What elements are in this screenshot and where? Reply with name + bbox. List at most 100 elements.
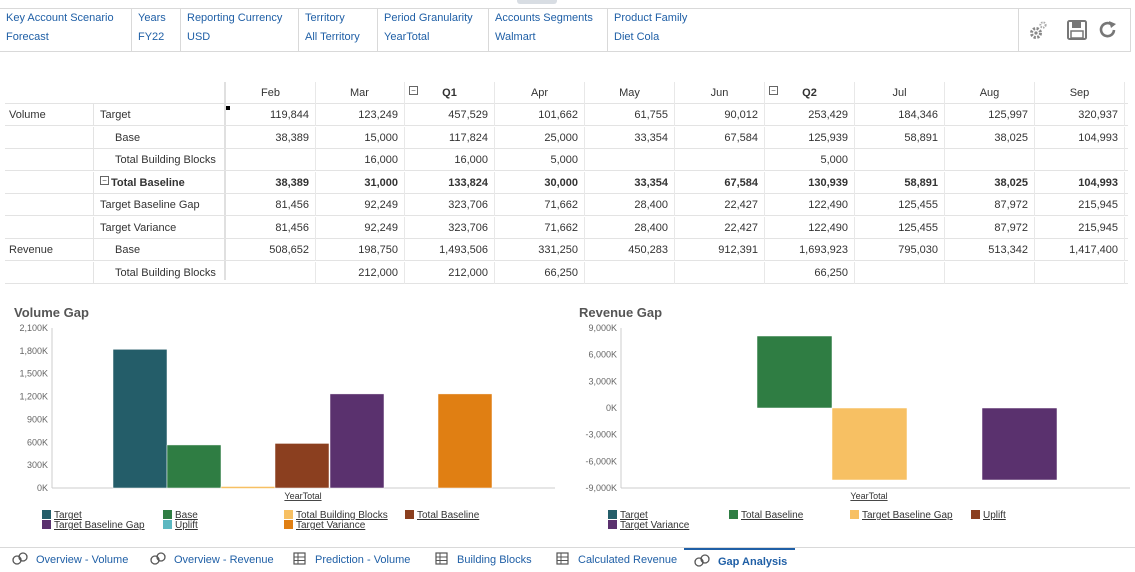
legend-item[interactable]: Target Variance [608, 520, 689, 531]
data-cell[interactable]: 67,584 [675, 171, 765, 194]
data-cell[interactable]: 58,891 [855, 126, 945, 149]
data-cell[interactable]: 125,997 [945, 104, 1035, 126]
data-cell[interactable]: 320,937 [1035, 104, 1125, 126]
tab-prediction-volume[interactable]: Prediction - Volume [293, 548, 410, 572]
data-cell[interactable]: 71,662 [495, 194, 585, 216]
data-cell[interactable]: 513,342 [945, 239, 1035, 261]
data-cell[interactable]: 31,000 [315, 171, 405, 194]
data-cell[interactable]: 66,250 [765, 261, 855, 284]
data-cell[interactable]: 25,000 [495, 126, 585, 149]
collapse-icon[interactable]: − [769, 86, 778, 95]
data-cell[interactable]: 253,429 [765, 104, 855, 126]
data-cell[interactable] [945, 261, 1035, 284]
legend-item[interactable]: Target Variance [284, 520, 365, 531]
data-cell[interactable] [1035, 261, 1125, 284]
legend-item[interactable]: Target Baseline Gap [850, 510, 953, 521]
pov-value[interactable]: All Territory [305, 31, 360, 43]
data-cell[interactable]: 101,662 [495, 104, 585, 126]
data-cell[interactable]: 38,389 [226, 126, 316, 149]
data-cell[interactable]: 71,662 [495, 216, 585, 239]
pov-years[interactable]: Years FY22 [132, 9, 181, 51]
data-cell[interactable]: 508,652 [226, 239, 316, 261]
data-cell[interactable]: 1,693,923 [765, 239, 855, 261]
data-cell[interactable]: 912,391 [675, 239, 765, 261]
data-cell[interactable]: 66,250 [495, 261, 585, 284]
data-cell[interactable]: 92,249 [315, 194, 405, 216]
data-cell[interactable]: 215,945 [1035, 216, 1125, 239]
tab-overview-revenue[interactable]: Overview - Revenue [150, 548, 274, 572]
data-cell[interactable]: 125,455 [855, 194, 945, 216]
pov-value[interactable]: Diet Cola [614, 31, 659, 43]
pov-value[interactable]: Walmart [495, 31, 536, 43]
data-cell[interactable]: 15,000 [315, 126, 405, 149]
data-cell[interactable]: 16,000 [405, 149, 495, 171]
tab-calculated-revenue[interactable]: Calculated Revenue [556, 548, 677, 572]
data-cell[interactable]: 92,249 [315, 216, 405, 239]
refresh-icon[interactable] [1097, 19, 1119, 41]
collapse-icon[interactable]: − [409, 86, 418, 95]
data-cell[interactable] [855, 149, 945, 171]
data-cell[interactable] [675, 149, 765, 171]
data-cell[interactable]: 323,706 [405, 216, 495, 239]
data-cell[interactable]: 81,456 [226, 194, 316, 216]
data-cell[interactable]: 58,891 [855, 171, 945, 194]
pov-key-account-scenario[interactable]: Key Account Scenario Forecast [0, 9, 132, 51]
data-cell[interactable]: 87,972 [945, 216, 1035, 239]
data-cell[interactable] [1035, 149, 1125, 171]
data-cell[interactable] [945, 149, 1035, 171]
legend-item[interactable]: Total Baseline [405, 510, 479, 521]
data-cell[interactable]: 30,000 [495, 171, 585, 194]
data-cell[interactable]: 90,012 [675, 104, 765, 126]
data-cell[interactable]: 215,945 [1035, 194, 1125, 216]
data-cell[interactable]: 198,750 [315, 239, 405, 261]
data-cell[interactable] [675, 261, 765, 284]
data-cell[interactable]: 81,456 [226, 216, 316, 239]
data-cell[interactable]: 33,354 [585, 126, 675, 149]
data-cell[interactable]: 16,000 [315, 149, 405, 171]
data-cell[interactable]: 331,250 [495, 239, 585, 261]
data-cell[interactable]: 122,490 [765, 216, 855, 239]
data-cell[interactable]: 457,529 [405, 104, 495, 126]
legend-item[interactable]: Uplift [163, 520, 198, 531]
data-cell[interactable]: 61,755 [585, 104, 675, 126]
data-cell[interactable]: 87,972 [945, 194, 1035, 216]
data-cell[interactable]: 38,025 [945, 126, 1035, 149]
data-cell[interactable]: 123,249 [315, 104, 405, 126]
pov-value[interactable]: YearTotal [384, 31, 429, 43]
data-cell[interactable]: 125,455 [855, 216, 945, 239]
gear-icon[interactable] [1027, 19, 1049, 41]
data-cell[interactable] [855, 261, 945, 284]
data-cell[interactable] [585, 149, 675, 171]
data-cell[interactable]: 38,389 [226, 171, 316, 194]
data-cell[interactable]: 212,000 [315, 261, 405, 284]
data-cell[interactable]: 125,939 [765, 126, 855, 149]
data-cell[interactable] [585, 261, 675, 284]
tab-building-blocks[interactable]: Building Blocks [435, 548, 532, 572]
data-cell[interactable]: 133,824 [405, 171, 495, 194]
pov-value[interactable]: FY22 [138, 31, 164, 43]
data-cell[interactable]: 212,000 [405, 261, 495, 284]
pov-territory[interactable]: Territory All Territory [299, 9, 378, 51]
data-cell[interactable]: 184,346 [855, 104, 945, 126]
pov-product-family[interactable]: Product Family Diet Cola [608, 9, 1018, 51]
data-cell[interactable]: 104,993 [1035, 171, 1125, 194]
data-cell[interactable]: 323,706 [405, 194, 495, 216]
data-cell[interactable]: 5,000 [765, 149, 855, 171]
tab-overview-volume[interactable]: Overview - Volume [12, 548, 128, 572]
data-cell[interactable]: 1,493,506 [405, 239, 495, 261]
pov-period-granularity[interactable]: Period Granularity YearTotal [378, 9, 489, 51]
data-cell[interactable] [226, 261, 316, 284]
data-cell[interactable]: 104,993 [1035, 126, 1125, 149]
data-cell[interactable]: 38,025 [945, 171, 1035, 194]
data-cell[interactable]: 795,030 [855, 239, 945, 261]
pov-value[interactable]: Forecast [6, 31, 49, 43]
data-cell[interactable]: 28,400 [585, 216, 675, 239]
pov-reporting-currency[interactable]: Reporting Currency USD [181, 9, 299, 51]
legend-item[interactable]: Target Baseline Gap [42, 520, 145, 531]
data-cell[interactable]: 1,417,400 [1035, 239, 1125, 261]
data-cell[interactable] [226, 149, 316, 171]
data-cell[interactable]: 67,584 [675, 126, 765, 149]
data-cell[interactable]: 450,283 [585, 239, 675, 261]
data-cell[interactable]: 22,427 [675, 194, 765, 216]
legend-item[interactable]: Uplift [971, 510, 1006, 521]
